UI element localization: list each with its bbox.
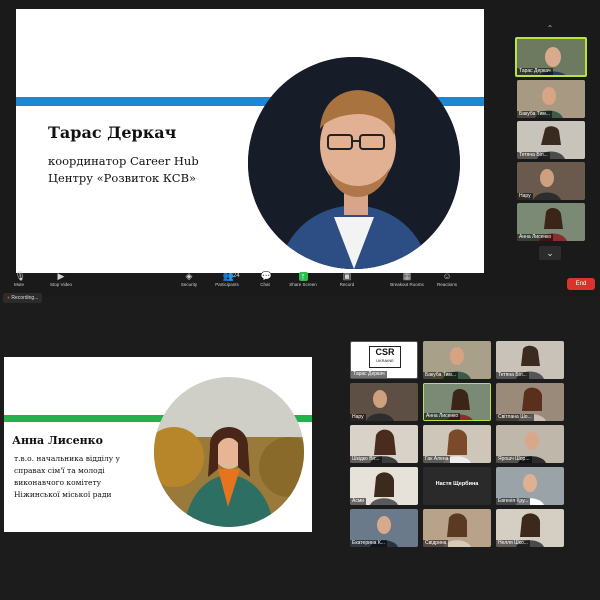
participant-name: Асми — [350, 498, 367, 505]
shield-icon: ◈ — [185, 271, 193, 281]
toolbar-label: Record — [339, 282, 355, 287]
participant-name: Евгенія Кру... — [496, 498, 531, 505]
role-line-1: т.в.о. начальника відділу у — [14, 454, 120, 463]
gallery-tile[interactable]: Шкідко Віт... — [350, 425, 418, 463]
participant-name: Ярошч Шор... — [496, 456, 532, 463]
gallery-tile[interactable]: Нару — [350, 383, 418, 421]
smiley-icon: ☺ — [442, 271, 452, 281]
participant-name: Анна Лисенко — [424, 413, 461, 420]
gallery-tile[interactable]: Гак Алена — [423, 425, 491, 463]
security-button[interactable]: ◈ Security — [172, 271, 206, 288]
gallery-tile[interactable]: Екатерина К... — [350, 509, 418, 547]
role-line-3: виконавчого комітету — [14, 478, 102, 487]
participant-name: Тетяна Біл... — [517, 152, 550, 159]
participant-name-center: Настя Щербина — [435, 481, 479, 487]
participant-name: Нару — [517, 193, 533, 200]
gallery-tile[interactable]: Анна Лисенко — [423, 383, 491, 421]
mute-button[interactable]: 🎙 Mute — [2, 271, 36, 288]
participant-name: Нару — [350, 414, 366, 421]
share-screen-button[interactable]: ↑ Share Screen — [286, 272, 320, 288]
recording-label: Recording... — [11, 295, 39, 301]
gallery-tile[interactable]: Свідрина — [423, 509, 491, 547]
recording-indicator: ● Recording... — [3, 293, 43, 303]
speaker-role-line1: координатор Career Hub — [48, 154, 199, 168]
toolbar-label: Mute — [13, 282, 24, 287]
role-line-2: справах сім'ї та молоді — [14, 466, 105, 475]
toolbar-label: Breakout Rooms — [390, 282, 424, 287]
breakout-rooms-button[interactable]: ▦ Breakout Rooms — [390, 271, 424, 288]
csr-logo-text: CSR — [375, 347, 395, 357]
participant-name: Тарас Деркач — [351, 371, 387, 378]
toolbar-label: Reactions — [436, 282, 457, 287]
gallery-tile[interactable]: Асми — [350, 467, 418, 505]
participants-count: 24 — [233, 273, 240, 279]
record-button[interactable]: ▣ Record — [330, 271, 364, 288]
role-line-4: Ніжинської міської ради — [14, 490, 112, 499]
gallery-tile[interactable]: Нелля Шко... — [496, 509, 564, 547]
video-camera-icon: ▶ — [57, 271, 65, 281]
microphone-icon: 🎙 — [14, 271, 26, 281]
toolbar-label: Security — [180, 282, 198, 287]
top-meeting-window: Тарас Деркач координатор Career Hub Цент… — [0, 0, 600, 297]
participant-name: Екатерина К... — [350, 540, 387, 547]
gallery-tile[interactable]: Евгенія Кру... — [496, 467, 564, 505]
csr-logo-icon: CSR UKRAINE — [369, 346, 401, 368]
participant-name: Бакуба Тим... — [423, 372, 459, 379]
speaker-name-top: Тарас Деркач — [48, 123, 177, 142]
shared-slide-top: Тарас Деркач координатор Career Hub Цент… — [16, 9, 484, 273]
participant-name: Шкідко Віт... — [350, 456, 382, 463]
people-icon: 👥 — [222, 271, 234, 281]
speaker-photo-top — [248, 57, 460, 269]
gallery-grid: CSR UKRAINE Тарас Деркач Бакуба Тим... Т… — [350, 341, 570, 551]
participant-name: Тетяна Біл... — [496, 372, 529, 379]
gallery-tile[interactable]: Світлана Шо... — [496, 383, 564, 421]
gallery-tile-csr[interactable]: CSR UKRAINE Тарас Деркач — [350, 341, 418, 379]
sidebar-tile[interactable]: Нару — [517, 162, 585, 200]
speaker-role-line2: Центру «Розвиток КСВ» — [48, 171, 197, 185]
stop-video-button[interactable]: ▶ Stop Video — [44, 271, 78, 288]
gallery-tile[interactable]: Тетяна Біл... — [496, 341, 564, 379]
csr-logo-sub: UKRAINE — [376, 358, 394, 363]
breakout-rooms-icon: ▦ — [402, 271, 412, 281]
toolbar-label: Stop Video — [50, 282, 72, 287]
speaker-name-bottom: Анна Лисенко — [12, 434, 103, 447]
participant-name: Гак Алена — [423, 456, 451, 463]
chat-bubble-icon: 💬 — [260, 271, 272, 281]
participant-name: Анна Лисенко — [517, 234, 554, 241]
share-screen-icon: ↑ — [298, 272, 308, 281]
shared-slide-bottom: Анна Лисенко т.в.о. начальника відділу у… — [4, 357, 312, 532]
participant-name: Свідрина — [423, 540, 449, 547]
gallery-tile[interactable]: Ярошч Шор... — [496, 425, 564, 463]
chat-button[interactable]: 💬 Chat — [248, 271, 282, 288]
record-dot-icon: ● — [7, 295, 11, 301]
chevron-up-icon[interactable]: ⌃ — [541, 24, 559, 34]
chevron-down-icon[interactable]: ⌄ — [539, 246, 561, 260]
toolbar-label: Chat — [260, 282, 270, 287]
sidebar-tile[interactable]: Тетяна Біл... — [517, 121, 585, 159]
toolbar-label: Participants — [215, 282, 239, 287]
participant-name: Нелля Шко... — [496, 540, 530, 547]
gallery-tile-no-video[interactable]: Настя Щербина — [423, 467, 491, 505]
record-icon: ▣ — [342, 271, 352, 281]
reactions-button[interactable]: ☺ Reactions — [430, 271, 464, 288]
toolbar-label: Share Screen — [289, 282, 317, 287]
speaker-photo-bottom — [154, 377, 304, 527]
gallery-tile[interactable]: Бакуба Тим... — [423, 341, 491, 379]
end-meeting-button[interactable]: End — [567, 278, 595, 290]
participant-name: Бакуба Тим... — [517, 111, 553, 118]
participant-name: Світлана Шо... — [496, 414, 534, 421]
participant-name: Тарас Деркач — [517, 68, 553, 75]
sidebar-tile[interactable]: Анна Лисенко — [517, 203, 585, 241]
sidebar-tile[interactable]: Бакуба Тим... — [517, 80, 585, 118]
sidebar-tile-active[interactable]: Тарас Деркач — [515, 37, 587, 77]
